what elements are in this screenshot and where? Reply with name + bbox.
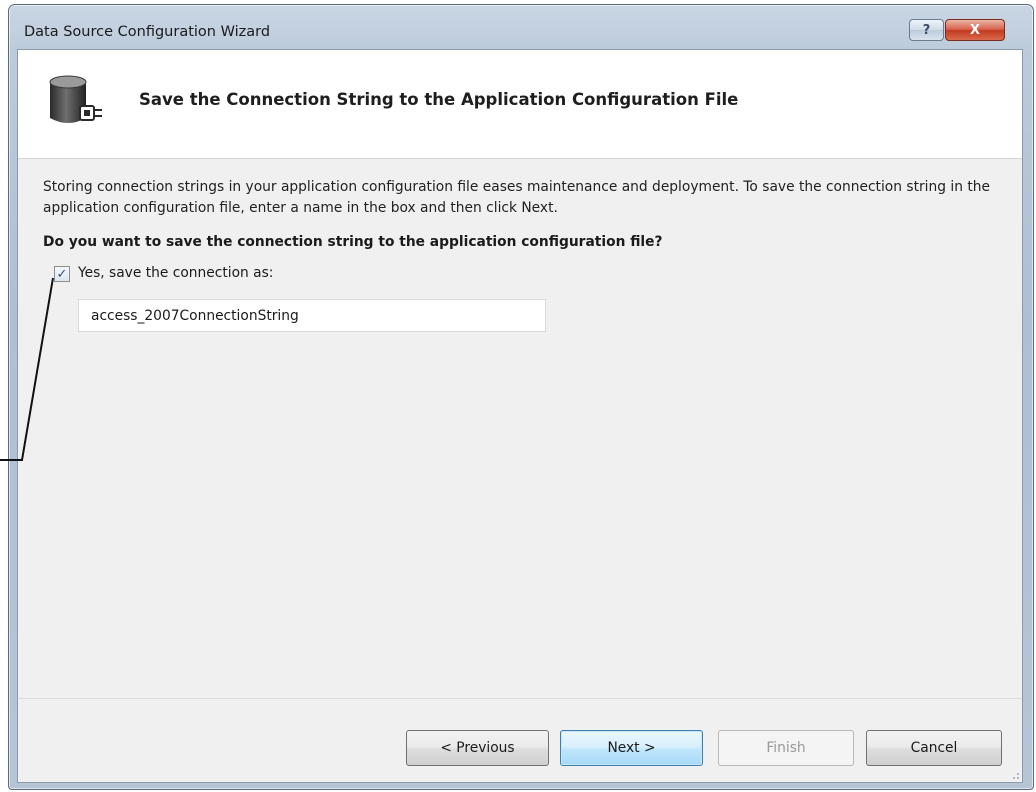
cancel-button[interactable]: Cancel [866,730,1002,766]
title-bar[interactable]: Data Source Configuration Wizard ? X [9,5,1033,49]
wizard-window: Data Source Configuration Wizard ? X Sav… [8,4,1034,790]
save-connection-checkbox[interactable]: ✓ [54,266,70,282]
description-text: Storing connection strings in your appli… [43,179,990,216]
help-icon: ? [922,22,931,38]
finish-button[interactable]: Finish [718,730,854,766]
help-button[interactable]: ? [909,19,944,41]
save-connection-label[interactable]: Yes, save the connection as: [78,265,273,281]
resize-grip-icon[interactable] [1008,768,1020,780]
window-title: Data Source Configuration Wizard [24,24,271,40]
close-icon: X [969,22,981,38]
previous-button[interactable]: < Previous [406,730,549,766]
page-title: Save the Connection String to the Applic… [139,90,739,109]
database-plug-icon [49,75,102,123]
question-label: Do you want to save the connection strin… [43,234,663,250]
connection-name-input[interactable] [78,299,546,332]
next-button[interactable]: Next > [560,730,703,766]
wizard-content: Save the Connection String to the Applic… [17,49,1023,783]
wizard-header: Save the Connection String to the Applic… [18,50,1022,159]
checkmark-icon: ✓ [56,266,68,282]
close-button[interactable]: X [945,19,1005,41]
